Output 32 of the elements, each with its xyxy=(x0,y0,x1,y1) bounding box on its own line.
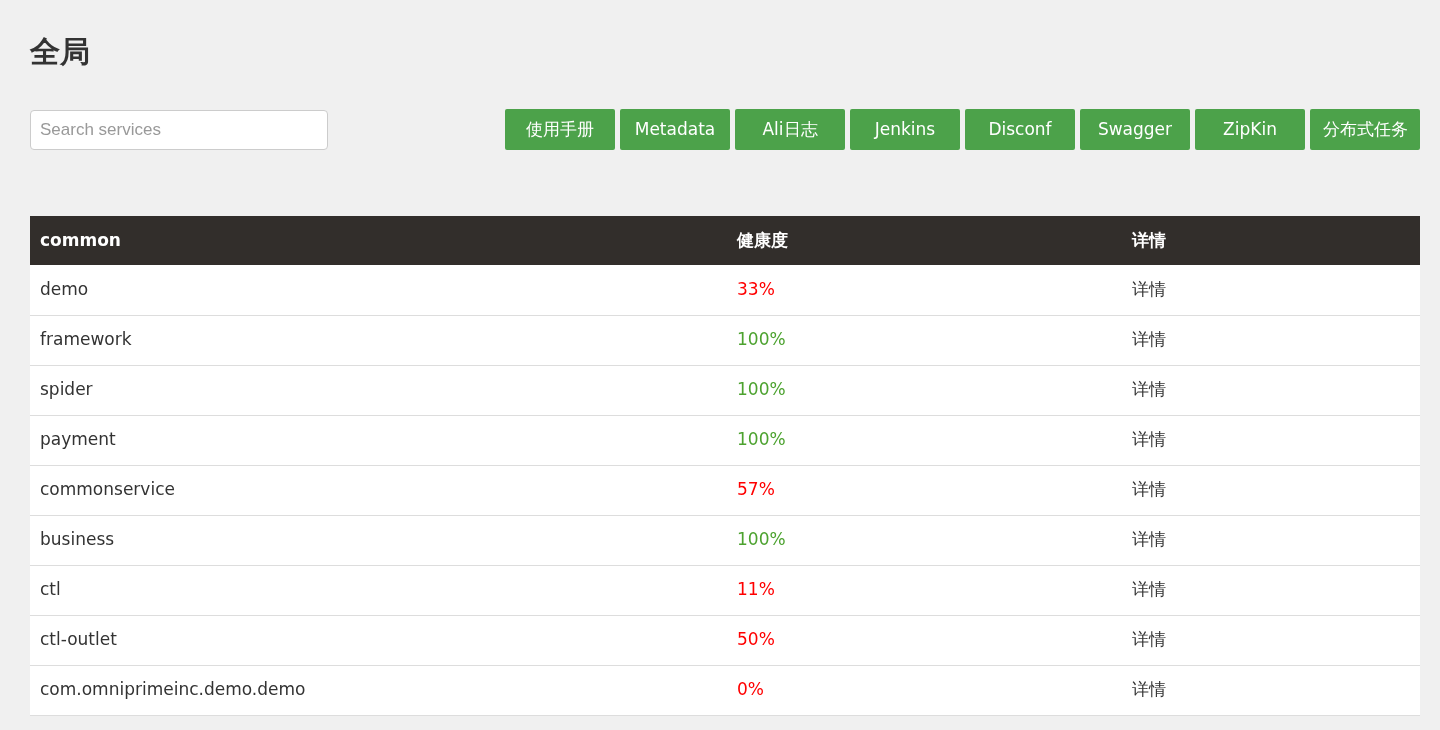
details-link[interactable]: 详情 xyxy=(1122,465,1420,515)
health-cell: 100% xyxy=(727,415,1122,465)
details-link[interactable]: 详情 xyxy=(1122,315,1420,365)
service-name-cell: framework xyxy=(30,315,727,365)
details-link[interactable]: 详情 xyxy=(1122,515,1420,565)
service-name-cell: commonservice xyxy=(30,465,727,515)
health-cell: 100% xyxy=(727,365,1122,415)
details-link[interactable]: 详情 xyxy=(1122,415,1420,465)
health-cell: 57% xyxy=(727,465,1122,515)
details-link[interactable]: 详情 xyxy=(1122,565,1420,615)
service-name-cell: ctl xyxy=(30,565,727,615)
health-cell: 33% xyxy=(727,265,1122,315)
service-name-cell: com.omniprimeinc.demo.demo xyxy=(30,665,727,715)
service-name-cell: payment xyxy=(30,415,727,465)
column-header: common xyxy=(30,216,727,265)
health-cell: 50% xyxy=(727,615,1122,665)
column-header: 详情 xyxy=(1122,216,1420,265)
page-title: 全局 xyxy=(30,33,90,71)
service-name-cell: business xyxy=(30,515,727,565)
service-name-cell: demo xyxy=(30,265,727,315)
column-header: 健康度 xyxy=(727,216,1122,265)
health-cell: 11% xyxy=(727,565,1122,615)
health-cell: 0% xyxy=(727,665,1122,715)
search-field[interactable]: Search services xyxy=(30,109,328,150)
health-cell: 100% xyxy=(727,315,1122,365)
service-name-cell: ctl-outlet xyxy=(30,615,727,665)
health-cell: 100% xyxy=(727,515,1122,565)
details-link[interactable]: 详情 xyxy=(1122,665,1420,715)
details-link[interactable]: 详情 xyxy=(1122,615,1420,665)
details-link[interactable]: 详情 xyxy=(1122,365,1420,415)
details-link[interactable]: 详情 xyxy=(1122,265,1420,315)
service-name-cell: spider xyxy=(30,365,727,415)
